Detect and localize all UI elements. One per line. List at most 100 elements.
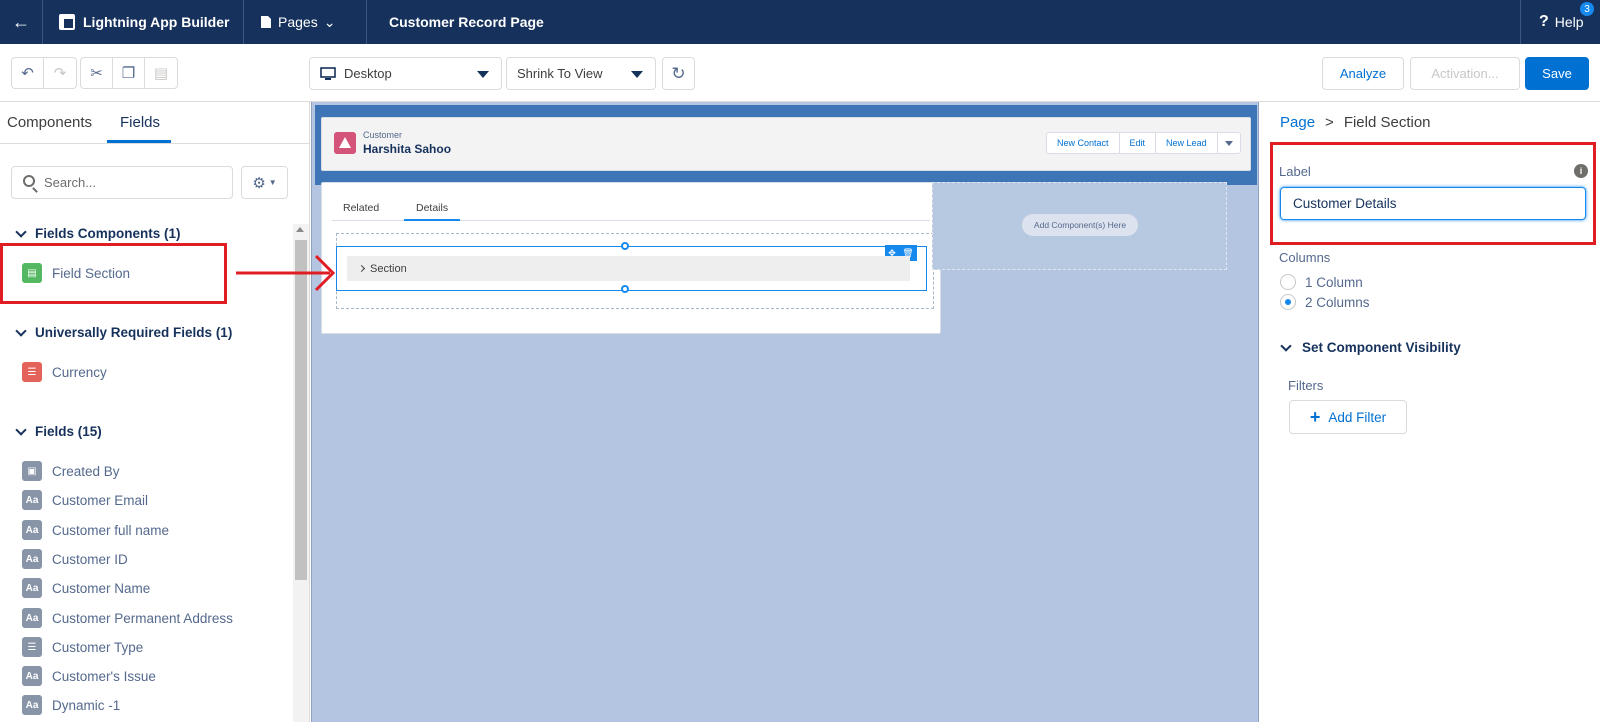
list-item-currency[interactable]: ☰ Currency — [22, 362, 107, 382]
clipboard-icon: ▤ — [153, 65, 169, 82]
paste-button[interactable]: ▤ — [145, 58, 177, 88]
search-input[interactable]: Search... — [11, 166, 233, 199]
refresh-icon: ↻ — [671, 63, 686, 83]
record-actions: New Contact Edit New Lead — [1046, 132, 1241, 154]
record-tabs: Related Details — [332, 187, 930, 221]
clipboard-group: ✂ ❐ ▤ — [80, 57, 178, 89]
view-select[interactable]: Shrink To View — [506, 57, 656, 90]
new-contact-button[interactable]: New Contact — [1047, 133, 1120, 153]
scissors-icon: ✂ — [90, 65, 103, 82]
add-component-placeholder[interactable]: Add Component(s) Here — [1022, 214, 1138, 236]
settings-menu-button[interactable]: ⚙ ▼ — [241, 166, 288, 199]
save-button[interactable]: Save — [1525, 57, 1589, 90]
list-item-label: Dynamic -1 — [52, 697, 121, 713]
section-label: Section — [370, 262, 407, 275]
cut-button[interactable]: ✂ — [81, 58, 113, 88]
record-highlights-panel[interactable]: Customer Harshita Sahoo New Contact Edit… — [321, 117, 1251, 171]
refresh-button[interactable]: ↻ — [662, 57, 695, 90]
visibility-section-header[interactable]: Set Component Visibility — [1280, 339, 1461, 355]
breadcrumb-separator: > — [1325, 114, 1334, 131]
analyze-button[interactable]: Analyze — [1322, 57, 1404, 90]
radio-button-selected[interactable] — [1280, 294, 1296, 310]
redo-button[interactable]: ↷ — [44, 58, 76, 88]
undo-icon: ↶ — [21, 65, 34, 82]
add-filter-button[interactable]: + Add Filter — [1289, 400, 1407, 434]
text-icon: Aa — [22, 490, 42, 510]
chevron-down-icon — [15, 225, 27, 238]
edit-button[interactable]: Edit — [1120, 133, 1157, 153]
radio-label: 2 Columns — [1305, 294, 1370, 310]
gear-icon: ⚙ — [252, 174, 266, 192]
radio-button[interactable] — [1280, 274, 1296, 290]
page-canvas[interactable]: Customer Harshita Sahoo New Contact Edit… — [311, 102, 1259, 722]
more-actions-dropdown[interactable] — [1218, 133, 1240, 153]
list-item-field[interactable]: Aa Dynamic -1 — [22, 695, 120, 715]
resize-handle-bottom[interactable] — [621, 285, 629, 293]
copy-button[interactable]: ❐ — [113, 58, 145, 88]
lookup-icon: ▣ — [22, 461, 42, 481]
list-item-label: Customer Permanent Address — [52, 610, 233, 626]
list-item-field[interactable]: Aa Customer Name — [22, 578, 150, 598]
tab-related[interactable]: Related — [343, 202, 379, 214]
group-title: Fields Components (1) — [35, 226, 181, 241]
section-header[interactable]: Section — [347, 256, 910, 281]
breadcrumb-current: Field Section — [1343, 114, 1431, 131]
text-icon: Aa — [22, 578, 42, 598]
radio-2-columns[interactable]: 2 Columns — [1280, 294, 1370, 310]
list-item-field[interactable]: Aa Customer full name — [22, 520, 169, 540]
left-panel: Components Fields Search... ⚙ ▼ Fields C… — [0, 102, 310, 722]
caret-down-icon: ▼ — [268, 178, 277, 187]
list-item-field[interactable]: ☰ Customer Type — [22, 637, 143, 657]
app-builder-icon — [59, 14, 75, 30]
text-icon: Aa — [22, 520, 42, 540]
group-header-required-fields[interactable]: Universally Required Fields (1) — [15, 324, 232, 340]
tab-fields[interactable]: Fields — [120, 114, 160, 131]
list-item-field[interactable]: Aa Customer's Issue — [22, 666, 156, 686]
help-button[interactable]: ? Help 3 — [1520, 0, 1600, 44]
annotation-highlight-label — [1270, 142, 1596, 245]
text-icon: Aa — [22, 666, 42, 686]
list-item-label: Customer Email — [52, 492, 149, 508]
breadcrumb-page-link[interactable]: Page — [1280, 114, 1315, 131]
annotation-highlight-field-section — [0, 243, 227, 304]
resize-handle-top[interactable] — [621, 242, 629, 250]
pages-menu[interactable]: Pages ⌄ — [244, 0, 367, 44]
scroll-up-arrow-icon[interactable] — [296, 227, 304, 232]
group-header-fields[interactable]: Fields (15) — [15, 423, 102, 439]
tabs-component[interactable]: Related Details ✥ 🗑 Section — [321, 182, 941, 334]
list-item-field[interactable]: ▣ Created By — [22, 461, 120, 481]
device-select[interactable]: Desktop — [309, 57, 502, 90]
panel-tabs: Components Fields — [0, 102, 309, 144]
tab-details[interactable]: Details — [416, 202, 448, 214]
customer-object-icon — [334, 132, 356, 154]
scrollbar[interactable] — [293, 224, 309, 722]
undo-button[interactable]: ↶ — [12, 58, 44, 88]
tab-components[interactable]: Components — [7, 114, 92, 131]
list-item-field[interactable]: Aa Customer Permanent Address — [22, 608, 233, 628]
list-item-label: Customer ID — [52, 551, 128, 567]
toolbar: ↶ ↷ ✂ ❐ ▤ Desktop Shrink To View ↻ Analy… — [0, 44, 1600, 102]
app-name: Lightning App Builder — [43, 0, 244, 44]
breadcrumb: Page > Field Section — [1280, 114, 1431, 131]
new-lead-button[interactable]: New Lead — [1156, 133, 1218, 153]
list-item-field[interactable]: Aa Customer ID — [22, 549, 128, 569]
list-item-label: Customer's Issue — [52, 668, 156, 684]
text-icon: Aa — [22, 608, 42, 628]
group-header-fields-components[interactable]: Fields Components (1) — [15, 225, 181, 241]
caret-down-icon — [477, 71, 489, 78]
list-item-field[interactable]: Aa Customer Email — [22, 490, 148, 510]
picklist-icon: ☰ — [22, 362, 42, 382]
active-tab-indicator — [404, 219, 460, 221]
field-section-component[interactable]: ✥ 🗑 Section — [336, 242, 927, 293]
caret-down-icon — [631, 71, 643, 78]
chevron-down-icon — [1280, 339, 1292, 352]
question-icon: ? — [1539, 13, 1549, 30]
back-button[interactable]: ← — [0, 0, 43, 44]
chevron-down-icon — [15, 423, 27, 436]
undo-redo-group: ↶ ↷ — [11, 57, 77, 89]
active-tab-indicator — [107, 140, 171, 143]
list-item-label: Customer full name — [52, 522, 170, 538]
sidebar-region[interactable]: Add Component(s) Here — [932, 182, 1227, 270]
activation-button[interactable]: Activation... — [1410, 57, 1520, 90]
radio-1-column[interactable]: 1 Column — [1280, 274, 1363, 290]
